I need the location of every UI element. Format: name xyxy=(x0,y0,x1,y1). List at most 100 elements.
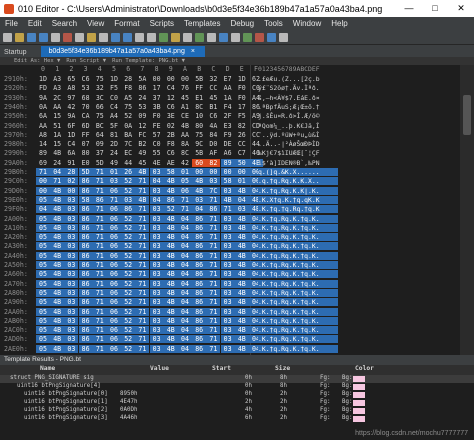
hex-byte[interactable]: 4B xyxy=(50,288,65,297)
hex-byte[interactable]: 86 xyxy=(78,223,93,232)
hex-byte[interactable]: 4B xyxy=(163,223,178,232)
hex-byte[interactable]: 49 xyxy=(135,149,149,157)
hex-byte[interactable]: 8C xyxy=(192,103,206,111)
hex-byte[interactable]: 4B xyxy=(192,177,207,186)
hex-byte[interactable]: 4B xyxy=(163,344,178,353)
hex-byte[interactable]: 03 xyxy=(64,251,79,260)
ascii-row[interactable]: .K.†q.Rq.K.†q.K. xyxy=(258,251,338,260)
hex-byte[interactable]: 04 xyxy=(178,270,192,279)
hex-byte[interactable]: 71 xyxy=(206,298,221,307)
hex-byte[interactable]: 86 xyxy=(192,316,207,325)
hex-byte[interactable]: 04 xyxy=(178,326,192,335)
maximize-button[interactable]: □ xyxy=(422,3,448,14)
hex-byte[interactable]: 86 xyxy=(78,307,93,316)
hex-byte[interactable]: 71 xyxy=(135,214,150,223)
hex-byte[interactable]: 01 xyxy=(178,168,192,176)
hex-byte[interactable]: 12 xyxy=(135,122,149,130)
hex-byte[interactable]: BC xyxy=(93,122,107,130)
hex-byte[interactable]: FC xyxy=(135,131,149,139)
hex-byte[interactable]: 37 xyxy=(93,149,107,157)
hex-byte[interactable]: 86 xyxy=(78,344,93,353)
hex-byte[interactable]: 4B xyxy=(50,326,65,335)
hex-byte[interactable]: C4 xyxy=(164,84,178,92)
hex-byte[interactable]: 50 xyxy=(234,158,249,167)
hex-byte[interactable]: 52 xyxy=(121,298,136,307)
hex-byte[interactable]: 04 xyxy=(149,195,164,204)
hex-byte[interactable]: 04 xyxy=(50,168,65,176)
hex-byte[interactable]: 71 xyxy=(206,335,221,344)
vertical-scrollbar[interactable] xyxy=(460,65,474,355)
color-swatch[interactable] xyxy=(353,384,365,390)
find-icon[interactable] xyxy=(135,32,144,42)
hex-byte[interactable]: 86 xyxy=(78,335,93,344)
hex-byte[interactable]: E1 xyxy=(192,94,206,102)
hex-byte[interactable]: 71 xyxy=(92,177,107,186)
ascii-row[interactable]: .K.†q.Rq.K.†q.K. xyxy=(258,316,338,325)
template-row[interactable]: uint16 btPngSignature[1] 4E47h 2h 2h Fg: Bg: xyxy=(0,399,474,407)
hex-byte[interactable]: 06 xyxy=(107,307,121,316)
hex-byte[interactable]: 4B xyxy=(50,270,65,279)
hex-byte[interactable]: 5B xyxy=(192,149,206,157)
hex-byte[interactable]: 86 xyxy=(78,326,93,335)
hex-byte[interactable]: 8C xyxy=(178,149,192,157)
close-button[interactable]: ✕ xyxy=(448,3,474,14)
hex-byte[interactable]: 05 xyxy=(36,279,50,288)
hex-byte[interactable]: 8A xyxy=(178,140,192,148)
hex-byte[interactable]: 52 xyxy=(121,242,136,251)
hex-byte[interactable]: 05 xyxy=(36,326,50,335)
ascii-row[interactable]: .K.†q.Rq.K.†q.K. xyxy=(258,326,338,335)
hex-byte[interactable]: 4B xyxy=(234,335,249,344)
hex-byte[interactable]: 04 xyxy=(234,195,249,204)
hex-byte[interactable]: 5F xyxy=(107,122,121,130)
hex-byte[interactable]: 06 xyxy=(107,270,121,279)
hex-byte[interactable]: 75 xyxy=(93,112,107,120)
hex-byte[interactable]: 84 xyxy=(206,131,220,139)
scrollbar-thumb[interactable] xyxy=(463,95,471,135)
run-template-dropdown[interactable]: Run Template: PNG.bt ▼ xyxy=(112,58,185,64)
template-row[interactable]: struct PNG_SIGNATURE sig 0h 8h Fg: Bg: xyxy=(0,375,474,383)
hex-byte[interactable]: 3B xyxy=(150,103,164,111)
hex-byte[interactable]: 4B xyxy=(178,122,192,130)
hex-byte[interactable]: 03 xyxy=(64,233,79,242)
hex-byte[interactable]: 71 xyxy=(92,316,107,325)
hex-byte[interactable]: 4B xyxy=(50,279,65,288)
hex-byte[interactable]: 5D xyxy=(93,159,107,167)
hex-byte[interactable]: 00 xyxy=(178,75,192,83)
hex-byte[interactable]: 1D xyxy=(107,75,121,83)
hex-byte[interactable]: 86 xyxy=(78,186,93,195)
hex-byte[interactable]: 5B xyxy=(192,75,206,83)
hex-byte[interactable]: 71 xyxy=(135,233,150,242)
hex-byte[interactable]: 06 xyxy=(107,251,121,260)
hex-byte[interactable]: 09 xyxy=(93,140,107,148)
ascii-row[interactable]: .£eÆu.(Z...[2ç.b xyxy=(258,75,338,83)
hex-byte[interactable]: 06 xyxy=(107,205,121,214)
hex-byte[interactable]: 86 xyxy=(163,195,178,204)
menu-scripts[interactable]: Scripts xyxy=(145,19,179,28)
hex-byte[interactable]: 24 xyxy=(50,159,64,167)
hex-byte[interactable]: 7C xyxy=(121,140,135,148)
hex-byte[interactable]: 4B xyxy=(163,279,178,288)
save-icon[interactable] xyxy=(27,32,36,42)
hex-byte[interactable]: 4B xyxy=(50,261,65,269)
hex-byte[interactable]: 24 xyxy=(135,94,149,102)
hex-byte[interactable]: 03 xyxy=(64,279,79,288)
hex-byte[interactable]: 06 xyxy=(107,186,121,195)
hex-byte[interactable]: 86 xyxy=(192,307,207,316)
hex-byte[interactable]: AA xyxy=(36,122,50,130)
hex-byte[interactable]: 71 xyxy=(92,270,107,279)
hex-byte[interactable]: 03 xyxy=(149,288,164,297)
hex-byte[interactable]: 04 xyxy=(178,316,192,325)
hex-byte[interactable]: 05 xyxy=(36,223,50,232)
hex-byte[interactable]: 03 xyxy=(220,335,235,344)
hex-byte[interactable]: B2 xyxy=(135,140,149,148)
hex-byte[interactable]: 80 xyxy=(192,122,206,130)
hex-byte[interactable]: 86 xyxy=(192,242,207,251)
hex-byte[interactable]: 1A xyxy=(50,131,64,139)
hex-byte[interactable]: 03 xyxy=(64,195,79,204)
hex-byte[interactable]: A1 xyxy=(178,103,192,111)
hex-byte[interactable]: 04 xyxy=(178,214,192,223)
hex-byte[interactable]: 4B xyxy=(135,195,150,204)
hex-byte[interactable]: 52 xyxy=(121,177,136,186)
hex-byte[interactable]: 71 xyxy=(206,251,221,260)
hex-byte[interactable]: 4B xyxy=(234,186,249,195)
